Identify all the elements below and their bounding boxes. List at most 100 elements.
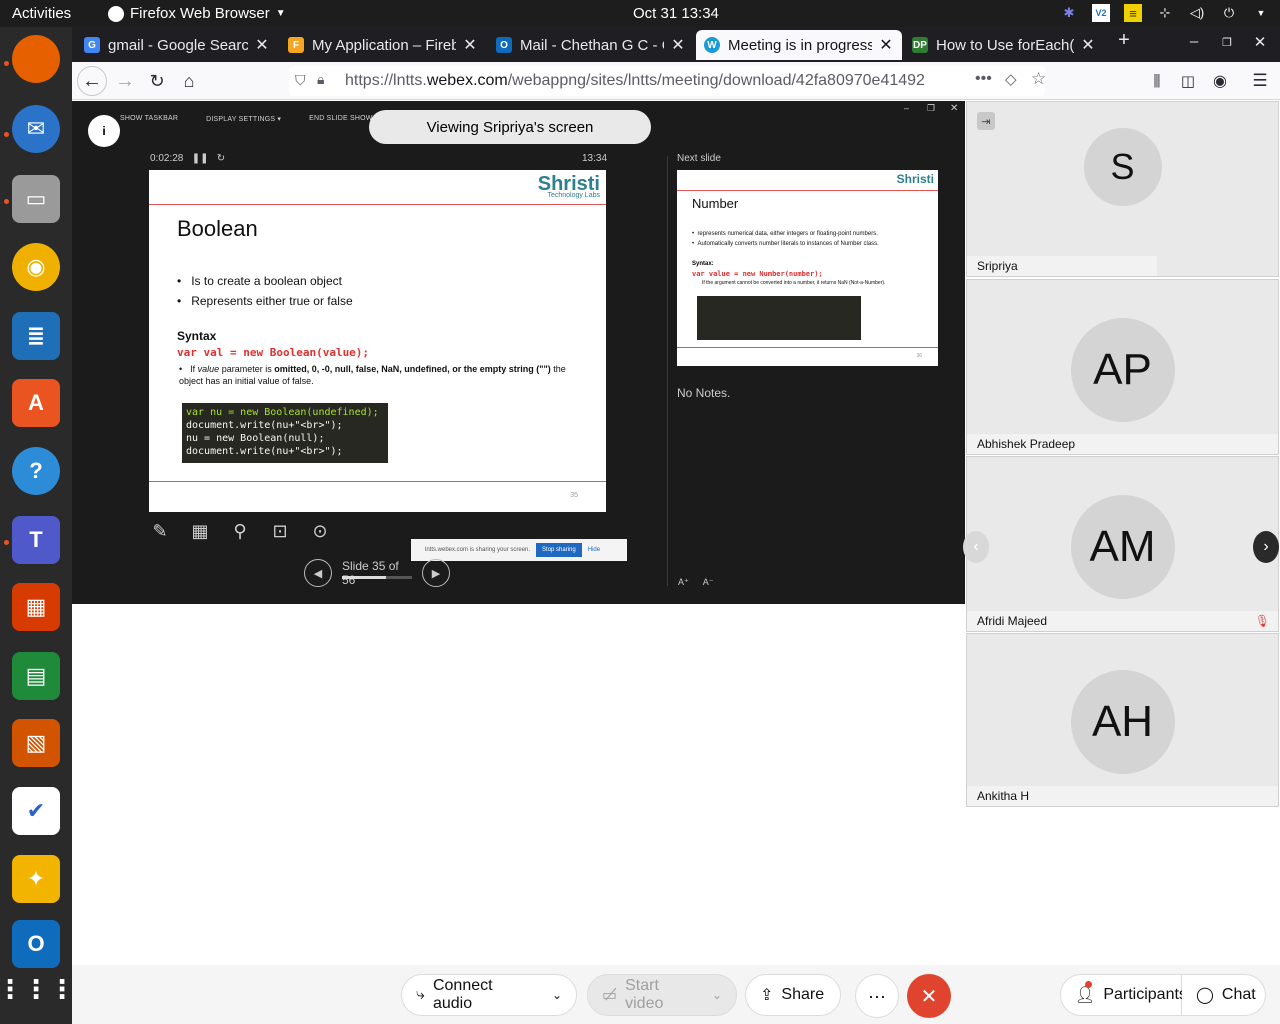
tab-gmail-search[interactable]: G gmail - Google Search ✕: [76, 30, 278, 60]
forward-icon[interactable]: →: [110, 66, 140, 96]
app-menu[interactable]: Firefox Web Browser ▼: [108, 5, 286, 22]
close-icon[interactable]: ✕: [670, 35, 686, 55]
close-icon[interactable]: ✕: [462, 35, 478, 55]
close-icon[interactable]: ✕: [878, 35, 894, 55]
participants-button[interactable]: 👤︎ Participants: [1060, 974, 1187, 1016]
participants-icon: 👤︎: [1075, 981, 1095, 1005]
teams-icon[interactable]: T: [12, 516, 60, 564]
firefox-icon[interactable]: [12, 35, 60, 83]
speaker-notes: No Notes.: [677, 386, 731, 400]
chat-button[interactable]: ◯ Chat: [1182, 974, 1266, 1016]
participant-tile[interactable]: AM Afridi Majeed 🎙︎ ‹ ›: [963, 456, 1279, 632]
more-options-icon: ⊙: [312, 520, 328, 541]
hamburger-menu-icon[interactable]: ☰: [1245, 66, 1275, 96]
chevron-down-icon[interactable]: ▼: [1252, 4, 1270, 22]
previous-page-icon[interactable]: ‹: [963, 531, 989, 563]
next-syntax-code: var value = new Number(number);: [692, 270, 823, 278]
reload-icon[interactable]: ↻: [142, 66, 172, 96]
library-icon[interactable]: ⫼: [1142, 66, 1172, 96]
bookmark-star-icon[interactable]: ☆: [1031, 69, 1046, 89]
show-taskbar-button: SHOW TASKBAR: [120, 115, 179, 122]
back-icon[interactable]: ←: [77, 66, 107, 96]
volume-icon[interactable]: ◁): [1188, 4, 1206, 22]
close-icon[interactable]: ✕: [1080, 35, 1096, 55]
participant-name: Abhishek Pradeep: [967, 434, 1278, 454]
divider: [149, 204, 606, 205]
thunderbird-icon[interactable]: ✉: [12, 105, 60, 153]
participant-tile[interactable]: AH Ankitha H: [966, 633, 1279, 807]
tab-label: gmail - Google Search: [108, 36, 248, 54]
chevron-down-icon[interactable]: ⌄: [712, 988, 722, 1002]
restore-icon: ❐: [927, 103, 936, 113]
slide-title: Boolean: [177, 216, 258, 241]
outlook-icon: O: [496, 37, 512, 53]
show-apps-icon[interactable]: ⋮⋮⋮: [0, 965, 75, 1013]
clock[interactable]: Oct 31 13:34: [633, 5, 719, 22]
tab-label: How to Use forEach(): [936, 36, 1074, 54]
slide-number: 35: [570, 492, 578, 499]
participant-tile[interactable]: ⇥ S Sripriya: [966, 101, 1279, 277]
participant-tile[interactable]: AP Abhishek Pradeep: [966, 279, 1279, 455]
previous-slide-icon: ◀: [304, 559, 332, 587]
activities-button[interactable]: Activities: [12, 5, 71, 22]
info-icon[interactable]: i: [88, 115, 120, 147]
outlook-icon[interactable]: O: [12, 920, 60, 968]
avatar: AM: [1070, 495, 1175, 599]
next-page-icon[interactable]: ›: [1253, 531, 1279, 563]
tab-mail[interactable]: O Mail - Chethan G C - O ✕: [488, 30, 694, 60]
tab-meeting[interactable]: W Meeting is in progress ✕: [696, 30, 902, 60]
tab-label: Meeting is in progress: [728, 36, 872, 54]
lock-icon[interactable]: 🔒︎: [317, 71, 324, 88]
start-video-button[interactable]: ▭̸ Start video ⌄: [587, 974, 737, 1016]
running-indicator: [4, 61, 9, 66]
close-window-icon[interactable]: ✕: [1248, 33, 1272, 51]
notes-font-controls: A⁺ A⁻: [678, 577, 714, 588]
tab-firebase[interactable]: F My Application – Fireb ✕: [280, 30, 486, 60]
pen-icon: ✎: [152, 520, 168, 541]
notification-dot: [1085, 981, 1092, 988]
rhythmbox-icon[interactable]: ◉: [12, 243, 60, 291]
page-actions-icon[interactable]: •••: [975, 70, 992, 88]
slide-progress-bar: [342, 576, 412, 579]
slide-counter: Slide 35 of 56: [342, 559, 399, 587]
avatar: AP: [1070, 318, 1175, 422]
syntax-note: • If value parameter is omitted, 0, -0, n…: [179, 364, 566, 386]
writer-icon[interactable]: ≣: [12, 312, 60, 360]
share-button[interactable]: ⇪ Share: [745, 974, 841, 1016]
next-syntax-note: If the argument cannot be converted into…: [702, 280, 886, 286]
software-center-icon[interactable]: A: [12, 379, 60, 427]
more-options-button[interactable]: ···: [855, 974, 899, 1018]
shield-icon[interactable]: ⛉: [295, 72, 306, 89]
files-icon[interactable]: ▭: [12, 175, 60, 223]
impress-icon[interactable]: ▧: [12, 719, 60, 767]
office-icon[interactable]: ▦: [12, 583, 60, 631]
network-icon[interactable]: ⊹: [1156, 4, 1174, 22]
help-icon[interactable]: ?: [12, 447, 60, 495]
connect-audio-button[interactable]: ⤷ Connect audio ⌄: [401, 974, 577, 1016]
avatar: AH: [1070, 670, 1175, 774]
url-bar[interactable]: ⛉ 🔒︎ https://lntts.webex.com/webappng/si…: [289, 66, 1046, 96]
restore-icon[interactable]: ❐: [1215, 36, 1239, 49]
notes-tray-icon[interactable]: ≡: [1124, 4, 1142, 22]
calc-icon[interactable]: ▤: [12, 652, 60, 700]
todo-icon[interactable]: ✔: [12, 787, 60, 835]
teams-tray-icon[interactable]: ✱: [1060, 4, 1078, 22]
collapse-panel-icon[interactable]: ⇥: [977, 112, 995, 130]
home-icon[interactable]: ⌂: [174, 66, 204, 96]
sidebar-icon[interactable]: ◫: [1173, 66, 1203, 96]
muted-mic-icon: 🎙︎: [1254, 614, 1270, 628]
leave-meeting-button[interactable]: ✕: [907, 974, 951, 1018]
minimize-icon[interactable]: –: [1182, 33, 1206, 50]
shristi-logo: Shristi: [896, 172, 934, 186]
syntax-heading: Syntax: [177, 329, 217, 343]
account-icon[interactable]: ◉: [1205, 66, 1235, 96]
pocket-icon[interactable]: ◇: [1005, 70, 1017, 88]
chevron-down-icon[interactable]: ⌄: [552, 988, 562, 1002]
close-icon[interactable]: ✕: [254, 35, 270, 55]
vpn-tray-icon[interactable]: V2: [1092, 4, 1110, 22]
power-icon[interactable]: ⏻: [1220, 4, 1238, 22]
tab-foreach[interactable]: DP How to Use forEach() ✕: [904, 30, 1104, 60]
tips-icon[interactable]: ✦: [12, 855, 60, 903]
new-tab-icon[interactable]: +: [1112, 29, 1136, 52]
system-tray: ✱ V2 ≡ ⊹ ◁) ⏻ ▼: [1060, 4, 1270, 22]
